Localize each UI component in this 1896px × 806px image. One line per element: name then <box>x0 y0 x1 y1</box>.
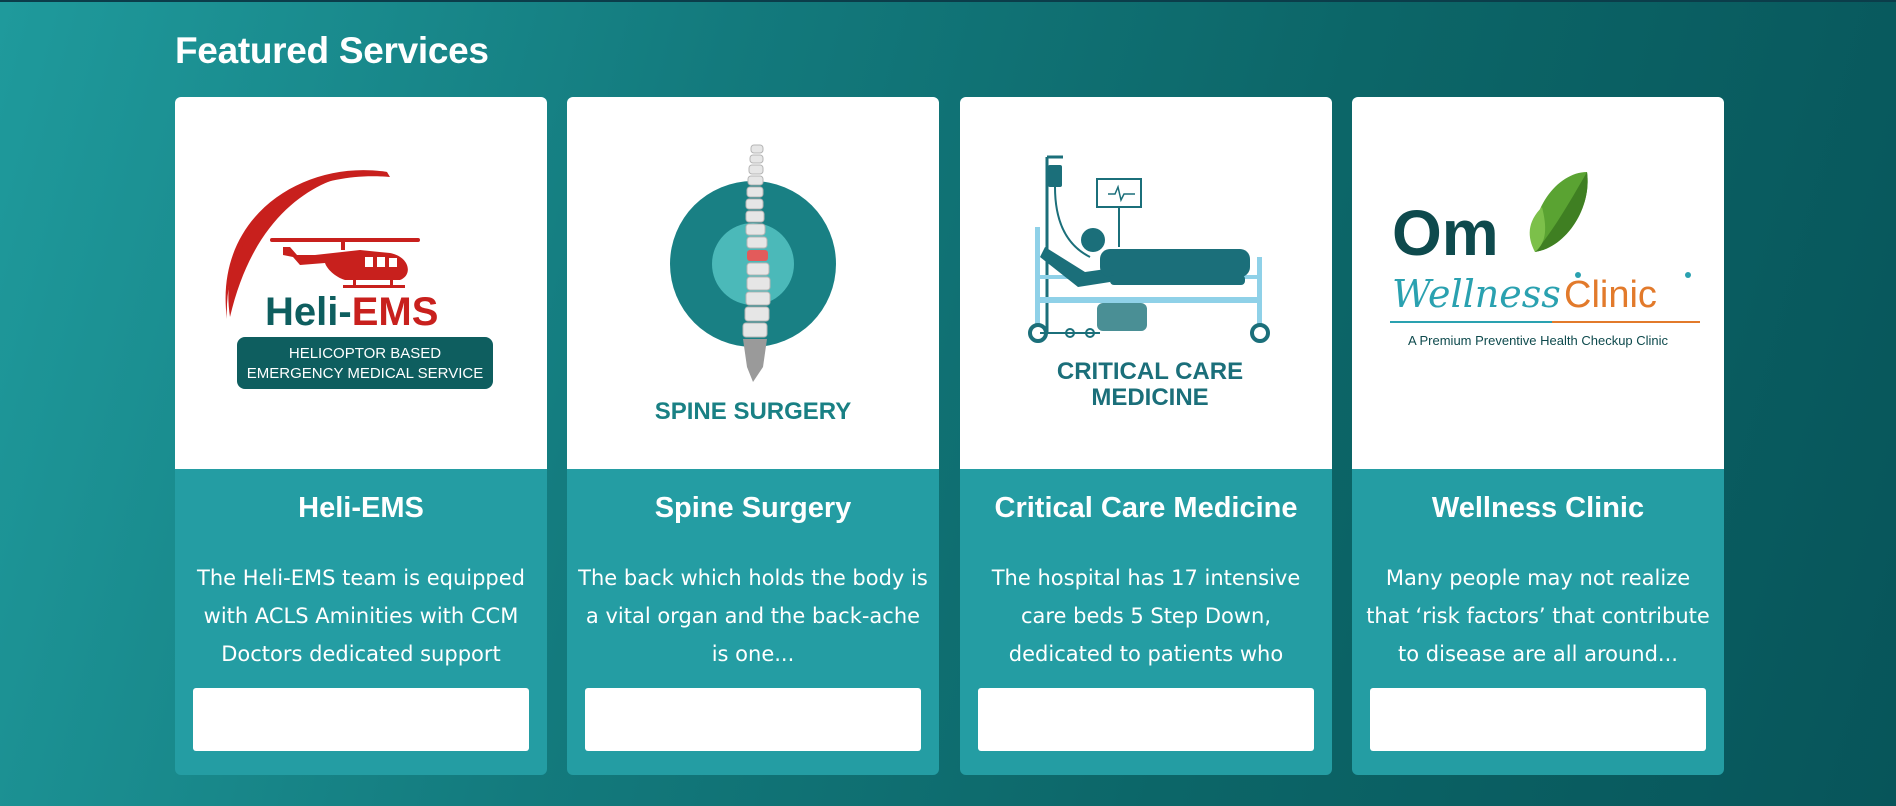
card-description: The back which holds the body is a vital… <box>578 566 928 666</box>
read-more-button[interactable] <box>1370 688 1706 751</box>
spine-surgery-logo: SPINE SURGERY <box>567 97 939 469</box>
service-card-wellness-clinic[interactable]: Om Wellness Clinic A Premium Preventive … <box>1352 97 1724 775</box>
section-title: Featured Services <box>175 30 489 71</box>
service-card-heli-ems[interactable]: Heli-EMS HELICOPTOR BASED EMERGENCY MEDI… <box>175 97 547 775</box>
card-title: Critical Care Medicine <box>994 492 1298 524</box>
spine-surgery-label: SPINE SURGERY <box>655 398 852 425</box>
hospital-bed-icon <box>1028 155 1270 343</box>
wellness-clinic-logo: Om Wellness Clinic A Premium Preventive … <box>1352 97 1724 469</box>
critical-care-label-2: MEDICINE <box>1091 384 1208 411</box>
heli-ems-brand: Heli-EMS <box>265 290 438 334</box>
card-title: Wellness Clinic <box>1431 492 1645 524</box>
service-card-spine-surgery[interactable]: SPINE SURGERY Spine Surgery The back whi… <box>567 97 939 775</box>
leaf-icon <box>1529 172 1588 252</box>
heli-ems-logo: Heli-EMS HELICOPTOR BASED EMERGENCY MEDI… <box>175 97 547 469</box>
heli-ems-tagline-1: HELICOPTOR BASED <box>289 345 441 362</box>
wellness-tagline: A Premium Preventive Health Checkup Clin… <box>1408 333 1669 348</box>
card-title: Spine Surgery <box>654 492 852 524</box>
card-description: The hospital has 17 intensive care beds … <box>991 566 1301 666</box>
top-border <box>0 0 1896 2</box>
critical-care-label-1: CRITICAL CARE <box>1057 358 1243 385</box>
wellness-brand-script: Wellness <box>1392 272 1561 316</box>
spine-icon <box>670 144 836 382</box>
heli-ems-tagline-2: EMERGENCY MEDICAL SERVICE <box>247 365 483 382</box>
card-title: Heli-EMS <box>298 492 424 524</box>
read-more-button[interactable] <box>193 688 529 751</box>
card-description: Many people may not realize that ‘risk f… <box>1366 566 1710 666</box>
read-more-button[interactable] <box>585 688 921 751</box>
service-card-critical-care[interactable]: CRITICAL CARE MEDICINE Critical Care Med… <box>960 97 1332 775</box>
wellness-brand-om: Om <box>1392 197 1499 269</box>
wellness-brand-clinic: Clinic <box>1564 274 1657 316</box>
critical-care-logo: CRITICAL CARE MEDICINE <box>960 97 1332 469</box>
read-more-button[interactable] <box>978 688 1314 751</box>
card-description: The Heli-EMS team is equipped with ACLS … <box>197 566 525 666</box>
helicopter-icon <box>270 238 420 288</box>
